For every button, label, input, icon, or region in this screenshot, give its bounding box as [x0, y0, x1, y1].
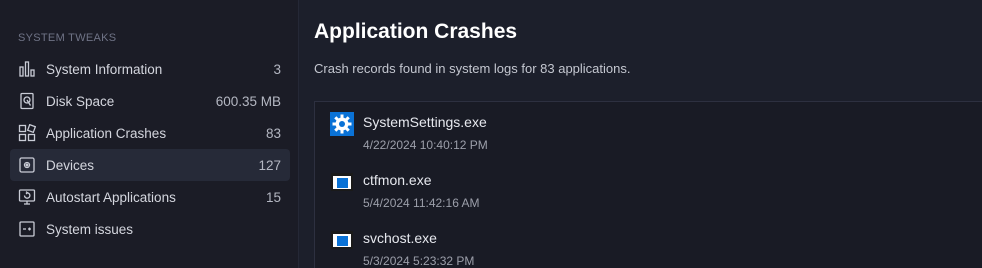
sidebar-item-count: 3	[273, 61, 281, 77]
sidebar-item-label: System issues	[46, 221, 134, 237]
sidebar-item-autostart-applications[interactable]: Autostart Applications 15	[10, 181, 290, 213]
app-window: SYSTEM TWEAKS System Information 3 Disk …	[0, 0, 982, 268]
gear-icon	[330, 112, 354, 136]
main-content: Application Crashes Crash records found …	[298, 0, 982, 268]
sidebar-nav: System Information 3 Disk Space 600.35 M…	[0, 53, 298, 245]
sidebar: SYSTEM TWEAKS System Information 3 Disk …	[0, 0, 298, 268]
disk-icon	[18, 92, 36, 110]
autostart-icon	[18, 188, 36, 206]
sidebar-item-system-issues[interactable]: System issues	[10, 213, 290, 245]
sidebar-item-application-crashes[interactable]: Application Crashes 83	[10, 117, 290, 149]
list-item[interactable]: ctfmon.exe 5/4/2024 11:42:16 AM	[315, 160, 982, 210]
sidebar-item-label: Autostart Applications	[46, 189, 176, 205]
sidebar-item-label: Disk Space	[46, 93, 115, 109]
list-item[interactable]: SystemSettings.exe 4/22/2024 10:40:12 PM	[315, 102, 982, 152]
sidebar-item-label: Devices	[46, 157, 95, 173]
sidebar-item-label: System Information	[46, 61, 163, 77]
bar-chart-icon	[18, 60, 36, 78]
page-subtitle: Crash records found in system logs for 8…	[314, 61, 631, 76]
sidebar-item-count: 127	[258, 157, 281, 173]
crash-app-name: svchost.exe	[363, 230, 437, 246]
devices-icon	[18, 156, 36, 174]
sidebar-item-system-information[interactable]: System Information 3	[10, 53, 290, 85]
sidebar-item-count: 83	[265, 125, 281, 141]
sidebar-item-label: Application Crashes	[46, 125, 167, 141]
crash-timestamp: 4/22/2024 10:40:12 PM	[363, 138, 488, 152]
sidebar-item-count: 600.35 MB	[215, 93, 281, 109]
sidebar-item-count: 15	[265, 189, 281, 205]
system-issues-icon	[18, 220, 36, 238]
page-title: Application Crashes	[314, 20, 518, 43]
apps-broken-icon	[18, 124, 36, 142]
window-app-icon	[330, 170, 354, 194]
sidebar-title: SYSTEM TWEAKS	[18, 32, 117, 44]
crash-timestamp: 5/4/2024 11:42:16 AM	[363, 196, 480, 210]
sidebar-item-devices[interactable]: Devices 127	[10, 149, 290, 181]
crash-app-name: ctfmon.exe	[363, 172, 432, 188]
crash-app-name: SystemSettings.exe	[363, 114, 487, 130]
window-app-icon	[330, 228, 354, 252]
list-item[interactable]: svchost.exe 5/3/2024 5:23:32 PM	[315, 218, 982, 268]
crash-list: SystemSettings.exe 4/22/2024 10:40:12 PM…	[314, 101, 982, 268]
crash-timestamp: 5/3/2024 5:23:32 PM	[363, 254, 475, 268]
sidebar-item-disk-space[interactable]: Disk Space 600.35 MB	[10, 85, 290, 117]
